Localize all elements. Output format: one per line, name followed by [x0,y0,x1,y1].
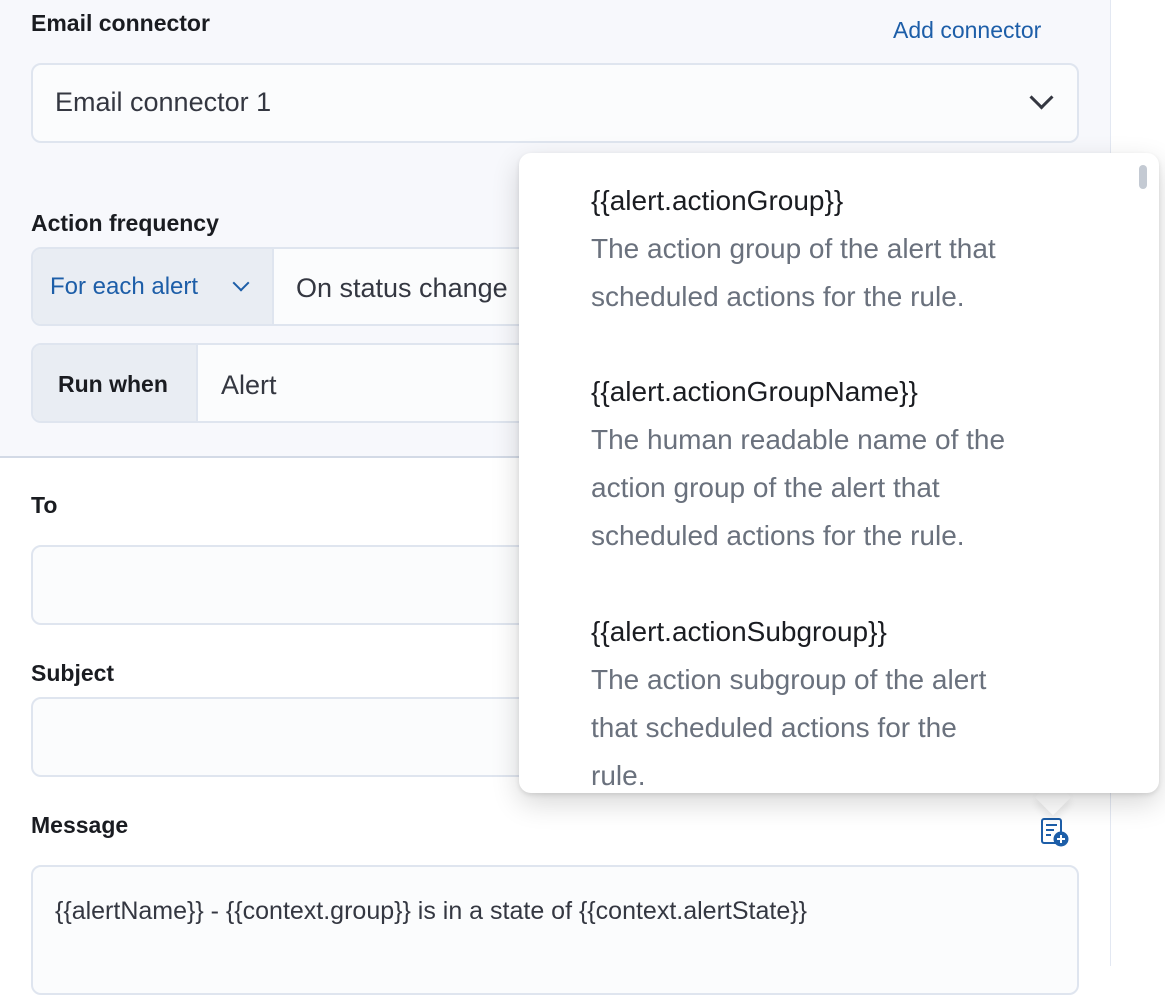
variable-name: {{alert.actionGroupName}} [591,376,918,407]
chevron-down-icon [232,274,250,292]
run-when-label: Run when [58,371,168,397]
add-variable-icon[interactable] [1040,818,1070,848]
action-frequency-group: For each alert On status change [31,247,551,326]
run-when-prepend: Run when [33,345,198,421]
subject-label: Subject [31,660,115,686]
to-field[interactable] [31,545,551,625]
variable-description-line: action group of the alert that [591,472,940,503]
email-connector-label: Email connector [31,10,210,36]
variable-description-line: The action subgroup of the alert [591,664,987,695]
variables-popover: {{alert.actionGroup}} The action group o… [519,153,1159,793]
variable-description-line: The human readable name of the [591,424,1006,455]
subject-field[interactable] [31,697,551,777]
to-label: To [31,492,58,518]
variable-description: The human readable name of the action gr… [591,416,1111,560]
variable-description-line: rule. [591,760,646,791]
variable-option[interactable]: {{alert.actionGroup}} The action group o… [591,177,1111,321]
email-connector-value: Email connector 1 [55,87,272,117]
frequency-mode-label: For each alert [50,273,199,300]
variable-description: The action subgroup of the alert that sc… [591,656,1111,793]
message-textarea[interactable]: {{alertName}} - {{context.group}} is in … [31,865,1079,995]
frequency-trigger-select[interactable]: On status change [296,273,508,304]
variable-description: The action group of the alert that sched… [591,225,1111,321]
variable-option[interactable]: {{alert.actionGroupName}} The human read… [591,368,1111,560]
message-label: Message [31,812,129,838]
variable-description-line: The action group of the alert that [591,233,996,264]
variable-option[interactable]: {{alert.actionSubgroup}} The action subg… [591,608,1111,793]
variable-name: {{alert.actionSubgroup}} [591,616,887,647]
chevron-down-icon [1029,85,1054,110]
action-frequency-label: Action frequency [31,210,219,236]
run-when-group: Run when Alert [31,343,551,423]
run-when-select[interactable]: Alert [221,370,277,401]
variable-name: {{alert.actionGroup}} [591,185,844,216]
add-connector-link[interactable]: Add connector [893,17,1041,44]
frequency-mode-button[interactable]: For each alert [33,249,274,324]
variable-description-line: that scheduled actions for the [591,712,957,743]
variable-description-line: scheduled actions for the rule. [591,281,965,312]
email-connector-select[interactable]: Email connector 1 [31,63,1079,143]
variable-description-line: scheduled actions for the rule. [591,520,965,551]
popover-scrollbar[interactable] [1139,165,1147,189]
message-value: {{alertName}} - {{context.group}} is in … [55,897,807,925]
